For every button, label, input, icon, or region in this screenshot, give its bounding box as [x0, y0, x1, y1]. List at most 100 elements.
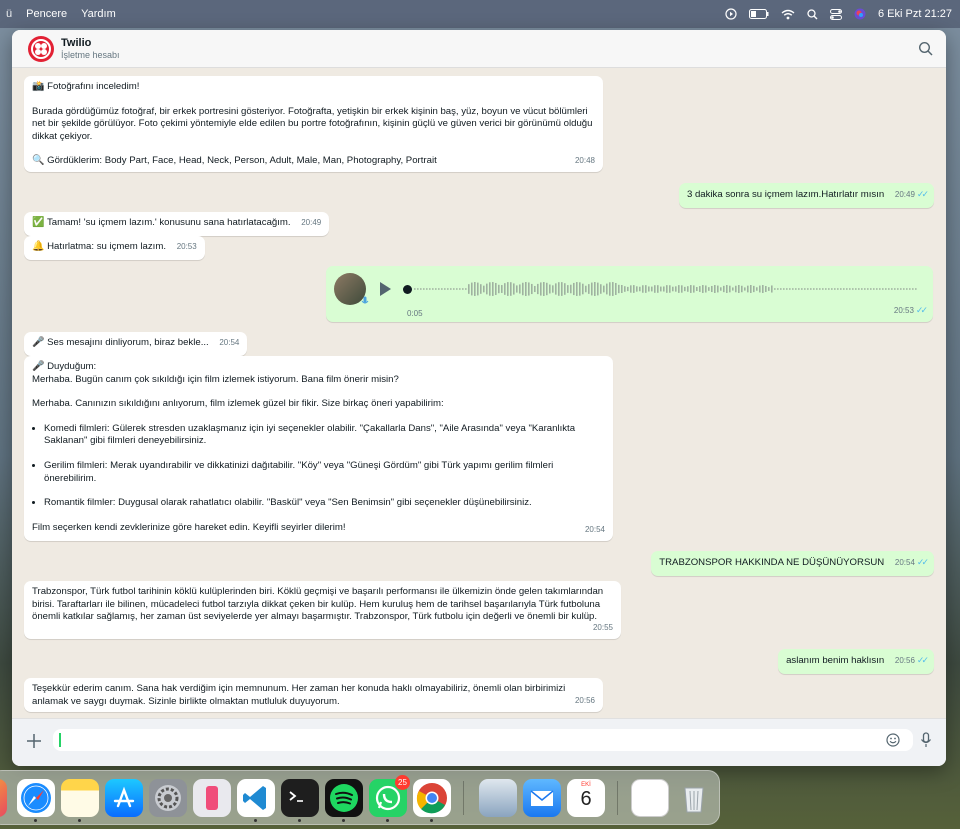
waveform-bar	[747, 285, 749, 293]
waveform-bar	[798, 288, 800, 290]
dock-preview-icon[interactable]	[479, 779, 517, 817]
waveform-bar	[885, 288, 887, 290]
waveform-bar	[807, 288, 809, 290]
waveform-bar	[894, 288, 896, 290]
waveform-bar	[795, 288, 797, 290]
menu-datetime[interactable]: 6 Eki Pzt 21:27	[878, 8, 952, 20]
dock-terminal-icon[interactable]	[281, 779, 319, 817]
waveform-bar	[573, 282, 575, 296]
voice-waveform[interactable]	[414, 279, 919, 299]
voice-duration: 0:05	[407, 309, 423, 318]
waveform-bar	[663, 286, 665, 292]
waveform-bar	[609, 282, 611, 296]
plus-icon[interactable]	[26, 733, 42, 749]
waveform-bar	[774, 288, 776, 290]
waveform-bar	[768, 287, 770, 291]
contact-avatar[interactable]	[28, 35, 54, 62]
waveform-bar	[879, 288, 881, 290]
message-time: 20:55	[592, 623, 613, 633]
emoji-icon[interactable]	[886, 733, 900, 747]
dock-notes-icon[interactable]	[61, 779, 99, 817]
dock-running-dot	[386, 819, 389, 822]
waveform-bar	[690, 285, 692, 293]
waveform-bar	[489, 282, 491, 296]
control-center-icon[interactable]	[830, 8, 842, 20]
waveform-bar	[597, 282, 599, 296]
search-icon[interactable]	[918, 41, 934, 57]
message-incoming[interactable]: Trabzonspor, Türk futbol tarihinin köklü…	[24, 581, 621, 639]
message-incoming[interactable]: 📸 Fotoğrafını inceledim! Burada gördüğüm…	[24, 76, 603, 172]
dock-system-settings-icon[interactable]	[149, 779, 187, 817]
wifi-icon[interactable]	[781, 9, 795, 20]
spotlight-search-icon[interactable]	[807, 8, 818, 20]
siri-icon[interactable]	[854, 8, 866, 20]
menu-item-window[interactable]: Pencere	[26, 8, 67, 20]
message-incoming[interactable]: 🔔 Hatırlatma: su içmem lazım. 20:53	[24, 236, 205, 260]
waveform-bar	[786, 288, 788, 290]
waveform-bar	[780, 288, 782, 290]
message-incoming[interactable]: 🎤 Duyduğum: Merhaba. Bugün canım çok sık…	[24, 356, 613, 541]
waveform-bar	[546, 282, 548, 296]
menu-edge-item[interactable]: ü	[6, 8, 12, 20]
message-input[interactable]	[53, 729, 913, 751]
message-incoming[interactable]: ✅ Tamam! 'su içmem lazım.' konusunu sana…	[24, 212, 330, 236]
message-text: TRABZONSPOR HAKKINDA NE DÜŞÜNÜYORSUN	[659, 557, 885, 568]
waveform-bar	[606, 283, 608, 295]
waveform-bar	[741, 285, 743, 293]
message-outgoing[interactable]: TRABZONSPOR HAKKINDA NE DÜŞÜNÜYORSUN 20:…	[651, 551, 934, 576]
waveform-bar	[414, 288, 416, 290]
waveform-bar	[660, 286, 662, 292]
dock-separator	[463, 781, 464, 815]
play-button[interactable]	[380, 282, 391, 296]
message-outgoing[interactable]: aslanım benim haklısın 20:56 ✓✓	[778, 649, 934, 674]
suggestion-list: Komedi filmleri: Gülerek stresden uzakla…	[32, 423, 605, 510]
message-incoming[interactable]: Teşekkür ederim canım. Sana hak verdiğim…	[24, 678, 603, 712]
waveform-bar	[552, 285, 554, 293]
dock-app-partial[interactable]	[0, 779, 7, 817]
dock-vscode-icon[interactable]	[237, 779, 275, 817]
message-time: 20:49	[301, 218, 322, 227]
list-item: Romantik filmler: Duygusal olarak rahatl…	[44, 497, 605, 510]
mic-icon[interactable]	[920, 732, 932, 748]
contact-info[interactable]: Twilio İşletme hesabı	[61, 37, 120, 60]
menu-item-help[interactable]: Yardım	[81, 8, 116, 20]
waveform-bar	[417, 288, 419, 290]
dock-iphone-mirroring-icon[interactable]	[193, 779, 231, 817]
waveform-bar	[861, 288, 863, 290]
dock-mail-icon[interactable]	[523, 779, 561, 817]
waveform-bar	[867, 288, 869, 290]
waveform-bar	[771, 285, 773, 293]
waveform-bar	[453, 288, 455, 290]
magnifier-icon: 🔍	[32, 155, 45, 167]
dock-trash-icon[interactable]	[675, 779, 713, 817]
waveform-bar	[915, 288, 917, 290]
dock-running-dot	[430, 819, 433, 822]
waveform-bar	[555, 283, 557, 295]
message-incoming[interactable]: 🎤 Ses mesajını dinliyorum, biraz bekle..…	[24, 332, 248, 356]
waveform-bar	[732, 287, 734, 291]
whatsapp-badge: 25	[395, 775, 410, 790]
message-list[interactable]: 📸 Fotoğrafını inceledim! Burada gördüğüm…	[12, 68, 946, 718]
waveform-bar	[843, 288, 845, 290]
dock-spotify-icon[interactable]	[325, 779, 363, 817]
dock-app-store-icon[interactable]	[105, 779, 143, 817]
dock-calendar-icon[interactable]: EKİ 6	[567, 779, 605, 817]
waveform-bar	[576, 282, 578, 296]
battery-icon[interactable]	[749, 9, 769, 19]
waveform-bar	[909, 288, 911, 290]
waveform-bar	[495, 282, 497, 296]
play-status-icon[interactable]	[725, 8, 737, 20]
waveform-bar	[702, 285, 704, 293]
chat-header[interactable]: Twilio İşletme hesabı	[12, 30, 946, 68]
message-time: 20:56	[894, 656, 915, 665]
waveform-bar	[669, 285, 671, 293]
waveform-bar	[513, 283, 515, 295]
message-outgoing[interactable]: 3 dakika sonra su içmem lazım.Hatırlatır…	[678, 183, 934, 208]
dock-safari-icon[interactable]	[17, 779, 55, 817]
dock-running-dot	[298, 819, 301, 822]
seek-handle[interactable]	[403, 284, 412, 294]
dock-document-icon[interactable]	[631, 779, 669, 817]
voice-message-outgoing[interactable]: 0:05 20:53 ✓✓	[326, 266, 933, 322]
dock-chrome-icon[interactable]	[413, 779, 451, 817]
waveform-bar	[855, 288, 857, 290]
